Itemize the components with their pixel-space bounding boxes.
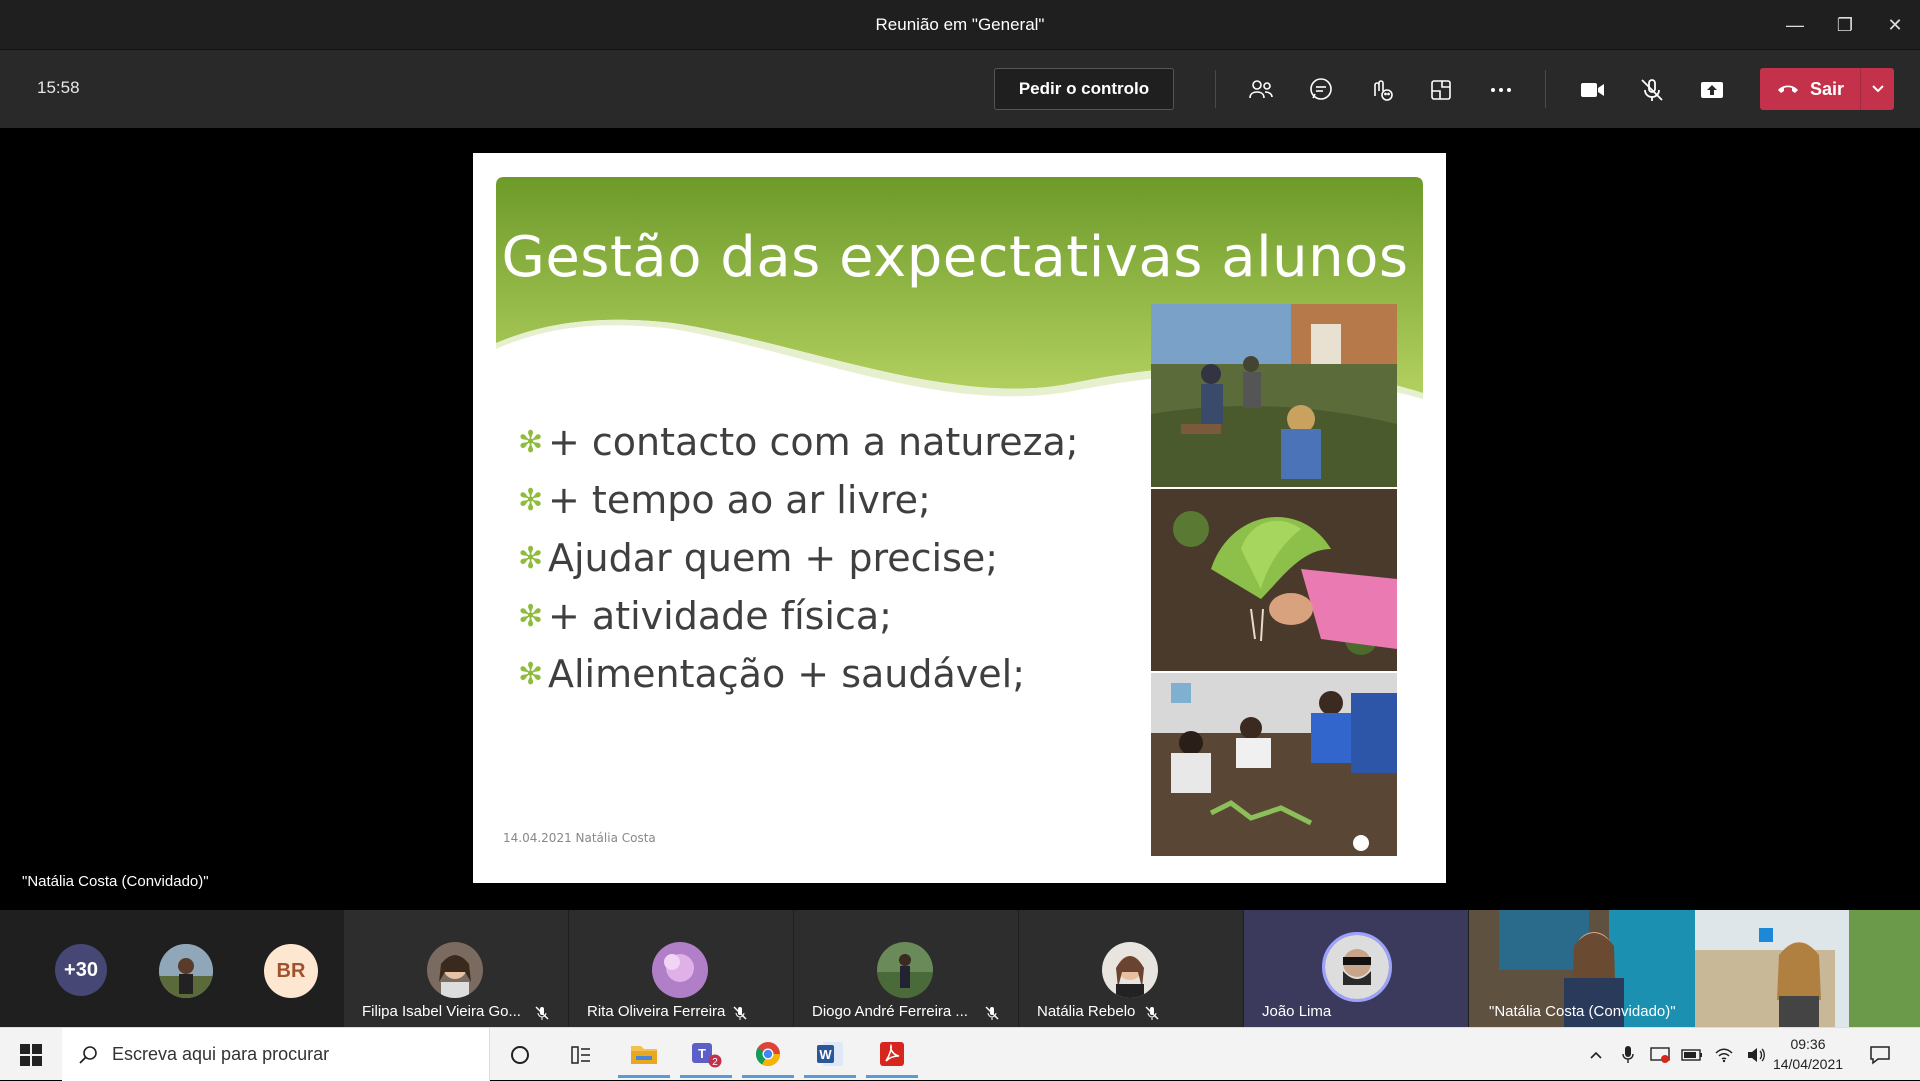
garden-photo-1 xyxy=(1151,304,1397,487)
participant-name: João Lima xyxy=(1262,1003,1332,1020)
chat-icon[interactable] xyxy=(1303,72,1339,108)
chrome-icon[interactable] xyxy=(742,1032,794,1078)
presenter-name-tag: "Natália Costa (Convidado)" xyxy=(22,873,209,890)
shared-content-stage: Gestão das expectativas alunos ✻ + contac… xyxy=(0,128,1920,910)
leave-dropdown-chevron-icon[interactable] xyxy=(1860,68,1894,110)
bullet-asterisk-icon: ✻ xyxy=(518,656,544,692)
task-view-icon[interactable] xyxy=(554,1032,606,1078)
mic-muted-icon xyxy=(535,1006,549,1020)
avatar xyxy=(877,942,933,998)
garden-photo-2 xyxy=(1151,489,1397,671)
bullet-asterisk-icon: ✻ xyxy=(518,598,544,634)
participant-tile[interactable]: Filipa Isabel Vieira Go... xyxy=(344,910,568,1027)
garden-photo-3 xyxy=(1151,673,1397,856)
slide-title: Gestão das expectativas alunos xyxy=(501,225,1409,290)
leave-label: Sair xyxy=(1810,78,1845,99)
mic-muted-icon xyxy=(733,1006,747,1020)
participant-name: Rita Oliveira Ferreira xyxy=(587,1003,726,1020)
hangup-icon xyxy=(1778,85,1798,93)
participant-name: Filipa Isabel Vieira Go... xyxy=(362,1003,521,1020)
participant-tile[interactable]: Rita Oliveira Ferreira xyxy=(569,910,793,1027)
windows-logo-icon xyxy=(20,1044,42,1066)
system-tray xyxy=(1580,1028,1772,1081)
participant-name: Natália Rebelo xyxy=(1037,1003,1136,1020)
taskbar-time: 09:36 xyxy=(1790,1036,1826,1052)
battery-icon[interactable] xyxy=(1676,1032,1708,1078)
mic-muted-icon[interactable] xyxy=(1634,72,1670,108)
start-button[interactable] xyxy=(5,1032,57,1078)
self-video-tile[interactable]: "Natália Costa (Convidado)" xyxy=(1469,910,1920,1027)
request-control-button[interactable]: Pedir o controlo xyxy=(994,68,1174,110)
participant-tile-speaking[interactable]: João Lima xyxy=(1244,910,1468,1027)
slide-bullet: ✻ Alimentação + saudável; xyxy=(518,652,1026,696)
teams-app-icon[interactable]: T2 xyxy=(680,1032,732,1078)
reactions-icon[interactable] xyxy=(1363,72,1399,108)
avatar xyxy=(1322,932,1392,1002)
avatar[interactable] xyxy=(159,944,213,998)
toolbar-divider xyxy=(1545,70,1546,108)
search-placeholder: Escreva aqui para procurar xyxy=(112,1044,330,1064)
restore-button[interactable]: ❐ xyxy=(1820,0,1870,50)
leave-button[interactable]: Sair xyxy=(1760,68,1894,110)
more-participants-badge[interactable]: +30 xyxy=(55,944,107,996)
slide-bullet: ✻ + atividade física; xyxy=(518,594,892,638)
slide-bullet: ✻ Ajudar quem + precise; xyxy=(518,536,999,580)
teams-notification-badge: 2 xyxy=(712,1057,718,1068)
slide-bullet: ✻ + tempo ao ar livre; xyxy=(518,478,931,522)
leave-main[interactable]: Sair xyxy=(1760,68,1860,110)
slide-footer: 14.04.2021 Natália Costa xyxy=(503,831,656,845)
acrobat-reader-icon[interactable] xyxy=(866,1032,918,1078)
taskbar-clock[interactable]: 09:36 14/04/2021 xyxy=(1760,1034,1856,1074)
minimize-button[interactable]: — xyxy=(1770,0,1820,50)
bullet-asterisk-icon: ✻ xyxy=(518,482,544,518)
toolbar-divider xyxy=(1215,70,1216,108)
participants-icon[interactable] xyxy=(1243,72,1279,108)
bullet-asterisk-icon: ✻ xyxy=(518,540,544,576)
microphone-icon[interactable] xyxy=(1612,1032,1644,1078)
presentation-slide: Gestão das expectativas alunos ✻ + contac… xyxy=(473,153,1446,883)
bullet-asterisk-icon: ✻ xyxy=(518,424,544,460)
word-icon[interactable]: W xyxy=(804,1032,856,1078)
avatar xyxy=(1102,942,1158,998)
self-video-label: "Natália Costa (Convidado)" xyxy=(1489,1003,1676,1020)
taskbar-date: 14/04/2021 xyxy=(1772,1056,1844,1072)
meeting-toolbar: 15:58 Pedir o controlo Sair xyxy=(0,50,1920,128)
screen-share-indicator-icon[interactable] xyxy=(1644,1032,1676,1078)
svg-text:T: T xyxy=(698,1046,706,1061)
slide-bullet: ✻ + contacto com a natureza; xyxy=(518,420,1079,464)
chevron-up-icon[interactable] xyxy=(1580,1032,1612,1078)
cortana-icon[interactable] xyxy=(494,1032,546,1078)
meeting-timer: 15:58 xyxy=(37,78,80,97)
share-screen-icon[interactable] xyxy=(1694,72,1730,108)
more-options-icon[interactable] xyxy=(1483,72,1519,108)
avatar xyxy=(427,942,483,998)
wifi-icon[interactable] xyxy=(1708,1032,1740,1078)
taskbar-search-box[interactable]: Escreva aqui para procurar xyxy=(62,1028,490,1081)
participant-tile[interactable]: Natália Rebelo xyxy=(1019,910,1243,1027)
svg-text:W: W xyxy=(819,1047,832,1062)
participant-strip: +30 BR Filipa Isabel Vieira Go... Rita O… xyxy=(0,910,1920,1027)
mic-muted-icon xyxy=(985,1006,999,1020)
rooms-icon[interactable] xyxy=(1423,72,1459,108)
close-button[interactable]: ✕ xyxy=(1870,0,1920,50)
slide-bullet-list: ✻ + contacto com a natureza; ✻ + tempo ao … xyxy=(518,413,1079,703)
window-titlebar: Reunião em "General" — ❐ ✕ xyxy=(0,0,1920,50)
mic-muted-icon xyxy=(1145,1006,1159,1020)
notifications-icon[interactable] xyxy=(1856,1032,1904,1078)
camera-icon[interactable] xyxy=(1574,72,1610,108)
participant-tile[interactable]: Diogo André Ferreira ... xyxy=(794,910,1018,1027)
avatar xyxy=(652,942,708,998)
windows-taskbar: Escreva aqui para procurar T2 W 09:36 14… xyxy=(0,1027,1920,1081)
search-icon xyxy=(79,1045,97,1064)
avatar-initials[interactable]: BR xyxy=(264,944,318,998)
file-explorer-icon[interactable] xyxy=(618,1032,670,1078)
participant-name: Diogo André Ferreira ... xyxy=(812,1003,968,1020)
window-title: Reunião em "General" xyxy=(875,15,1045,34)
